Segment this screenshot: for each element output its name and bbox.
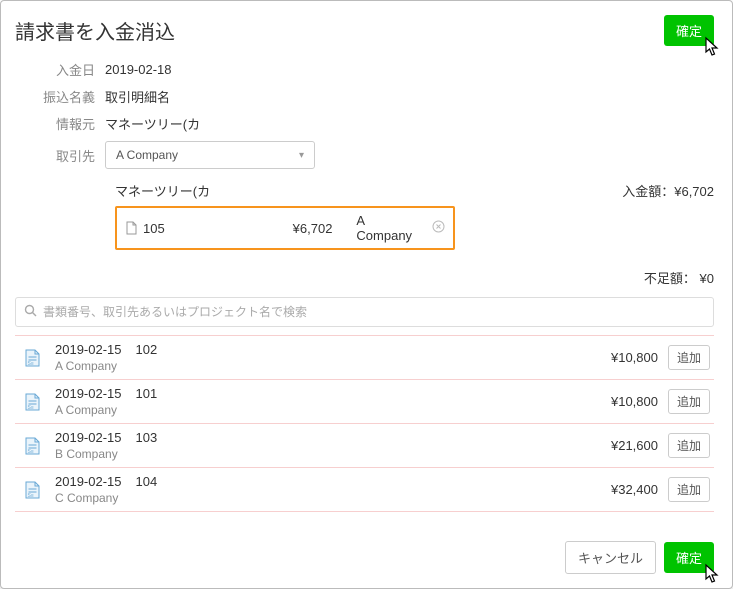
svg-text:S≡: S≡	[28, 405, 34, 411]
confirm-label-bottom: 確定	[676, 551, 702, 566]
row-date: 2019-02-15	[55, 342, 122, 357]
cancel-button[interactable]: キャンセル	[565, 541, 656, 574]
row-date: 2019-02-15	[55, 386, 122, 401]
row-date: 2019-02-15	[55, 474, 122, 489]
summary-top-line: マネーツリー(カ 入金額：¥6,702	[115, 181, 714, 200]
applied-amount: ¥6,702	[264, 221, 332, 236]
confirm-button-top[interactable]: 確定	[664, 15, 714, 46]
confirm-button-bottom[interactable]: 確定	[664, 542, 714, 573]
summary-block: マネーツリー(カ 入金額：¥6,702 105 ¥6,702 A Company…	[115, 181, 714, 287]
row-number: 102	[136, 342, 158, 357]
row-body: 2019-02-15 103 B Company	[55, 430, 558, 461]
applied-invoice-box: 105 ¥6,702 A Company	[115, 206, 455, 250]
deposit-amount: 入金額：¥6,702	[622, 181, 714, 200]
add-button[interactable]: 追加	[668, 433, 710, 458]
row-client: 取引先 A Company ▾	[15, 141, 714, 169]
remove-icon[interactable]	[432, 220, 445, 236]
add-button[interactable]: 追加	[668, 389, 710, 414]
deposit-date-value: 2019-02-18	[105, 62, 172, 77]
transfer-name-label: 振込名義	[15, 87, 105, 106]
row-number: 103	[136, 430, 158, 445]
applied-doc-number: 105	[143, 221, 258, 236]
row-company: B Company	[55, 447, 558, 461]
row-amount: ¥32,400	[568, 482, 658, 497]
confirm-label: 確定	[676, 24, 702, 39]
client-label: 取引先	[15, 146, 105, 165]
deposit-amount-value: ¥6,702	[674, 184, 714, 199]
search-icon	[24, 304, 37, 320]
row-number: 101	[136, 386, 158, 401]
row-body: 2019-02-15 102 A Company	[55, 342, 558, 373]
reconcile-modal: 請求書を入金消込 確定 入金日 2019-02-18 振込名義 取引明細名 情報…	[0, 0, 733, 589]
modal-header: 請求書を入金消込 確定	[15, 15, 714, 46]
svg-text:S≡: S≡	[28, 361, 34, 367]
add-button[interactable]: 追加	[668, 345, 710, 370]
row-date: 2019-02-15	[55, 430, 122, 445]
row-amount: ¥21,600	[568, 438, 658, 453]
invoice-row: S≡ 2019-02-15 102 A Company ¥10,800 追加	[15, 335, 714, 379]
row-company: A Company	[55, 359, 558, 373]
row-body: 2019-02-15 104 C Company	[55, 474, 558, 505]
row-transfer-name: 振込名義 取引明細名	[15, 87, 714, 106]
summary-source: マネーツリー(カ	[115, 181, 210, 200]
row-body: 2019-02-15 101 A Company	[55, 386, 558, 417]
invoice-doc-icon: S≡	[19, 436, 45, 456]
invoice-doc-icon: S≡	[19, 392, 45, 412]
document-icon	[125, 221, 137, 235]
invoice-row: S≡ 2019-02-15 101 A Company ¥10,800 追加	[15, 379, 714, 423]
row-amount: ¥10,800	[568, 350, 658, 365]
deposit-amount-label: 入金額：	[622, 184, 674, 199]
client-select[interactable]: A Company ▾	[105, 141, 315, 169]
row-source: 情報元 マネーツリー(カ	[15, 114, 714, 133]
deposit-date-label: 入金日	[15, 60, 105, 79]
svg-text:S≡: S≡	[28, 493, 34, 499]
svg-text:S≡: S≡	[28, 449, 34, 455]
client-selected: A Company	[116, 148, 178, 162]
invoice-row: S≡ 2019-02-15 103 B Company ¥21,600 追加	[15, 423, 714, 467]
source-label: 情報元	[15, 114, 105, 133]
invoice-list: S≡ 2019-02-15 102 A Company ¥10,800 追加 S≡ 2019-…	[15, 335, 714, 512]
row-amount: ¥10,800	[568, 394, 658, 409]
row-number: 104	[136, 474, 158, 489]
shortfall-value: ¥0	[700, 271, 714, 286]
row-deposit-date: 入金日 2019-02-18	[15, 60, 714, 79]
invoice-doc-icon: S≡	[19, 480, 45, 500]
cursor-icon	[702, 36, 722, 58]
invoice-doc-icon: S≡	[19, 348, 45, 368]
row-company: C Company	[55, 491, 558, 505]
source-value: マネーツリー(カ	[105, 114, 200, 133]
search-bar[interactable]	[15, 297, 714, 327]
shortfall-line: 不足額： ¥0	[115, 268, 714, 287]
applied-company: A Company	[338, 213, 422, 243]
chevron-down-icon: ▾	[299, 150, 304, 161]
search-input[interactable]	[43, 305, 705, 319]
row-company: A Company	[55, 403, 558, 417]
add-button[interactable]: 追加	[668, 477, 710, 502]
cursor-icon	[702, 563, 722, 585]
transfer-name-value: 取引明細名	[105, 87, 170, 106]
modal-footer: キャンセル 確定	[565, 541, 714, 574]
shortfall-label: 不足額：	[644, 271, 696, 286]
invoice-row: S≡ 2019-02-15 104 C Company ¥32,400 追加	[15, 467, 714, 512]
modal-title: 請求書を入金消込	[15, 16, 175, 45]
